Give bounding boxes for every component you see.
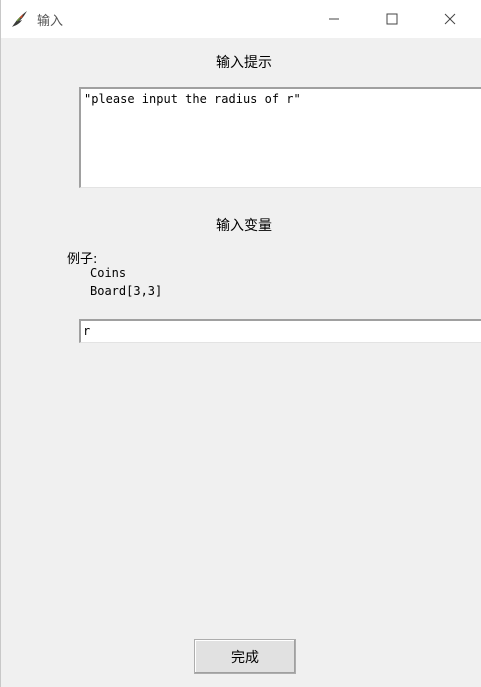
close-icon: [444, 13, 456, 25]
close-button[interactable]: [421, 0, 479, 38]
hint-label: 输入提示: [216, 55, 272, 71]
variable-input[interactable]: r: [79, 319, 481, 343]
minimize-icon: [329, 18, 339, 20]
minimize-button[interactable]: [305, 0, 363, 38]
maximize-icon: [386, 13, 398, 25]
hint-text-area[interactable]: "please input the radius of r": [79, 87, 481, 188]
maximize-button[interactable]: [363, 0, 421, 38]
example-item: Coins: [90, 266, 127, 280]
input-dialog-window: 输入 输入提示 "please input the radius of r" 输…: [0, 0, 481, 687]
variable-label: 输入变量: [216, 218, 272, 234]
done-button[interactable]: 完成: [194, 639, 296, 674]
app-feather-icon: [10, 9, 30, 29]
example-item: Board[3,3]: [90, 284, 163, 298]
window-title: 输入: [37, 14, 64, 29]
title-bar[interactable]: 输入: [1, 0, 481, 38]
example-title: 例子:: [67, 252, 98, 267]
